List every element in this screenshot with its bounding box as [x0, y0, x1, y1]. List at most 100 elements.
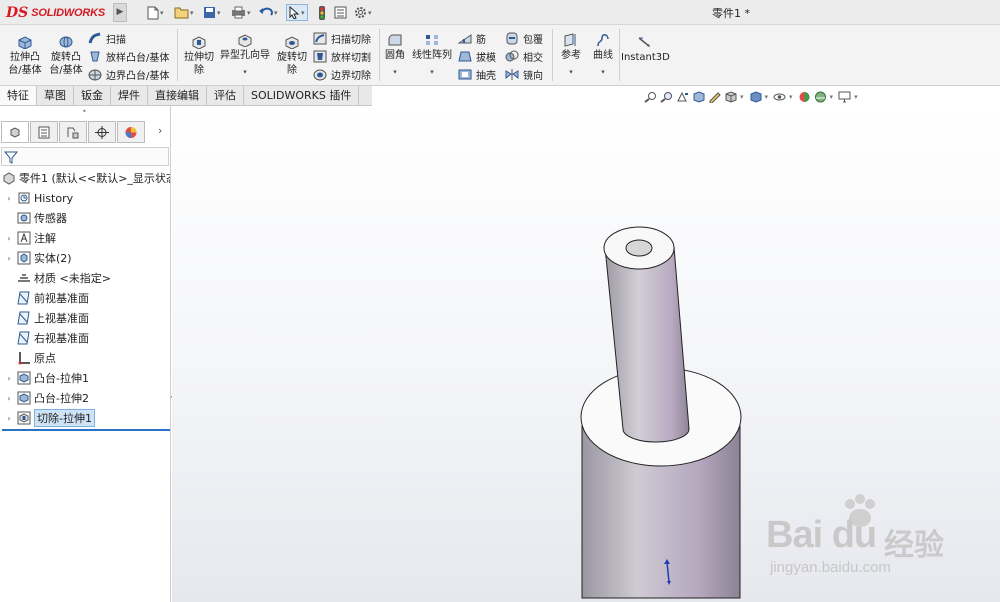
view-orientation-icon[interactable] — [724, 91, 737, 103]
tree-item[interactable]: 右视基准面 — [4, 329, 89, 347]
tree-item-label: 材质 <未指定> — [34, 272, 111, 285]
reference-geometry-button[interactable]: 参考 ▾ — [557, 33, 585, 79]
solidworks-logo[interactable]: DS SOLIDWORKS — [6, 3, 112, 22]
chevron-down-icon[interactable]: ▾ — [765, 93, 769, 101]
mirror-label: 镜向 — [523, 70, 543, 82]
expand-arrow-icon[interactable]: › — [4, 414, 14, 423]
tree-item[interactable]: › 切除-拉伸1 — [4, 409, 95, 427]
tree-item[interactable]: 材质 <未指定> — [4, 269, 111, 287]
chevron-down-icon[interactable]: ▾ — [854, 93, 858, 101]
save-button[interactable]: ▾ — [203, 4, 221, 21]
tab-features[interactable]: 特征 — [0, 86, 37, 105]
revolve-cut-button[interactable]: 旋转切 除 — [274, 35, 310, 77]
file-properties-button[interactable] — [334, 4, 347, 21]
shell-button[interactable]: 抽壳 — [458, 66, 496, 82]
print-button[interactable]: ▾ — [231, 4, 251, 21]
intersect-button[interactable]: 相交 — [505, 48, 543, 64]
curves-button[interactable]: 曲线 ▾ — [589, 33, 617, 79]
tab-direct-editing[interactable]: 直接编辑 — [148, 86, 207, 105]
tree-root-part[interactable]: 零件1 (默认<<默认>_显示状态 — [2, 170, 170, 186]
tab-solidworks-addins[interactable]: SOLIDWORKS 插件 — [244, 86, 360, 105]
origin-icon — [18, 352, 30, 365]
rollback-bar[interactable] — [2, 429, 170, 431]
new-document-button[interactable]: ▾ — [147, 4, 164, 21]
chevron-down-icon[interactable]: ▾ — [830, 93, 834, 101]
dynamic-annotation-icon[interactable] — [708, 91, 721, 103]
tree-item[interactable]: › 注解 — [4, 229, 56, 247]
undo-button[interactable]: ▾ — [259, 4, 278, 21]
expand-arrow-icon[interactable]: › — [4, 194, 14, 203]
tree-item[interactable]: 原点 — [4, 349, 56, 367]
boundary-cut-button[interactable]: 边界切除 — [313, 66, 371, 82]
fillet-button[interactable]: 圆角 ▾ — [383, 33, 407, 79]
chevron-down-icon[interactable]: ▾ — [789, 93, 793, 101]
expand-arrow-icon[interactable]: › — [4, 374, 14, 383]
tab-sheet-metal[interactable]: 钣金 — [74, 86, 111, 105]
shaft-hole[interactable] — [625, 239, 653, 257]
hole-wizard-button[interactable]: 异型孔向导 ▾ — [218, 33, 272, 79]
tab-feature-manager[interactable] — [1, 121, 29, 143]
swept-cut-button[interactable]: 扫描切除 — [313, 30, 371, 46]
lofted-cut-button[interactable]: 放样切割 — [313, 48, 371, 64]
tab-property-manager[interactable] — [30, 121, 58, 143]
extrude-cut-button[interactable]: 拉伸切 除 — [181, 35, 217, 77]
revolve-boss-label-1: 旋转凸 — [51, 52, 81, 63]
tree-item[interactable]: 传感器 — [4, 209, 67, 227]
plane-icon — [17, 331, 30, 345]
tab-sketch[interactable]: 草图 — [37, 86, 74, 105]
feature-tree-filter[interactable] — [1, 147, 169, 166]
menu-expand-arrow-icon[interactable]: ▶ — [113, 3, 127, 22]
view-settings-monitor-icon[interactable] — [838, 91, 851, 103]
tree-item[interactable]: › 凸台-拉伸2 — [4, 389, 89, 407]
filter-funnel-icon — [4, 151, 18, 164]
display-style-icon[interactable] — [749, 91, 762, 103]
section-view-icon[interactable] — [692, 91, 705, 103]
tab-evaluate[interactable]: 评估 — [207, 86, 244, 105]
tree-item[interactable]: › History — [4, 189, 73, 207]
open-button[interactable]: ▾ — [174, 4, 194, 21]
rib-button[interactable]: 筋 — [458, 30, 486, 46]
chevron-down-icon[interactable]: ▾ — [740, 93, 744, 101]
sensor-icon — [17, 212, 31, 224]
expand-arrow-icon[interactable]: › — [4, 254, 14, 263]
chevron-right-icon[interactable]: › — [158, 124, 162, 137]
expand-arrow-icon[interactable]: › — [4, 234, 14, 243]
tab-configuration-manager[interactable] — [59, 121, 87, 143]
zoom-to-area-icon[interactable] — [660, 91, 673, 103]
expand-arrow-icon[interactable]: › — [4, 394, 14, 403]
panel-grip[interactable]: • — [82, 107, 87, 116]
select-button[interactable]: ▾ — [286, 4, 308, 21]
tab-dimxpert-manager[interactable] — [88, 121, 116, 143]
instant3d-button[interactable]: Instant3D — [621, 35, 670, 64]
loft-boss-button[interactable]: 放样凸台/基体 — [88, 48, 169, 64]
edit-appearance-icon[interactable] — [798, 91, 811, 103]
tab-display-manager[interactable] — [117, 121, 145, 143]
tree-item-label: 注解 — [34, 232, 56, 245]
dimxpert-crosshair-icon — [95, 125, 109, 139]
linear-pattern-button[interactable]: 线性阵列 ▾ — [410, 33, 454, 79]
revolve-boss-button[interactable]: 旋转凸 台/基体 — [46, 35, 86, 77]
boundary-boss-button[interactable]: 边界凸台/基体 — [88, 66, 169, 82]
boundary-cut-icon — [313, 69, 327, 80]
tree-item[interactable]: › 实体(2) — [4, 249, 72, 267]
chevron-down-icon: ▾ — [160, 8, 164, 17]
wrap-button[interactable]: 包覆 — [505, 30, 543, 46]
options-button[interactable]: ▾ — [354, 4, 372, 21]
hide-show-items-icon[interactable] — [773, 91, 786, 103]
sweep-button[interactable]: 扫描 — [88, 30, 126, 46]
revolve-cut-label-2: 除 — [287, 65, 297, 76]
tree-item[interactable]: › 凸台-拉伸1 — [4, 369, 89, 387]
draft-button[interactable]: 拔模 — [458, 48, 496, 64]
rebuild-button[interactable] — [318, 4, 326, 21]
tree-item[interactable]: 上视基准面 — [4, 309, 89, 327]
watermark-chinese: 经验 — [884, 528, 944, 563]
tab-weldments[interactable]: 焊件 — [111, 86, 148, 105]
zoom-to-fit-icon[interactable] — [644, 91, 657, 103]
previous-view-icon[interactable] — [676, 91, 689, 103]
tree-item[interactable]: 前视基准面 — [4, 289, 89, 307]
mirror-button[interactable]: 镜向 — [505, 66, 543, 82]
instant3d-label: Instant3D — [621, 52, 670, 63]
draft-label: 拔模 — [476, 52, 496, 64]
extrude-boss-button[interactable]: 拉伸凸 台/基体 — [6, 35, 44, 77]
apply-scene-icon[interactable] — [814, 91, 827, 103]
